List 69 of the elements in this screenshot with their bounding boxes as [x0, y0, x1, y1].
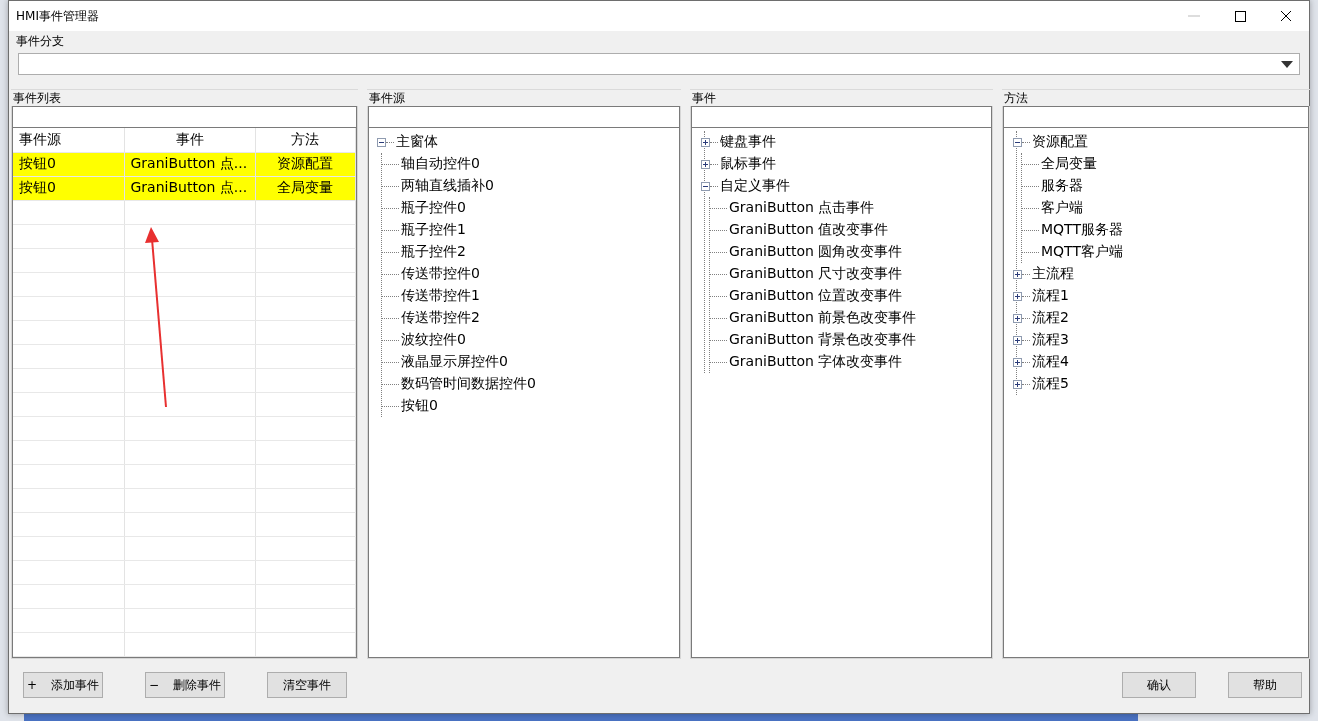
tree-item[interactable]: 客户端: [1039, 199, 1083, 217]
tree-item[interactable]: GraniButton 值改变事件: [727, 221, 889, 239]
window-title: HMI事件管理器: [15, 7, 100, 25]
tree-item[interactable]: 轴自动控件0: [399, 155, 480, 173]
tree-item[interactable]: 液晶显示屏控件0: [399, 353, 508, 371]
tree-item[interactable]: GraniButton 前景色改变事件: [727, 309, 917, 327]
collapse-icon[interactable]: [701, 181, 710, 191]
tree-item[interactable]: 流程5: [1030, 375, 1069, 393]
expand-icon[interactable]: [1013, 357, 1022, 367]
column-header[interactable]: 方法: [255, 128, 356, 152]
tree-item[interactable]: 资源配置: [1030, 133, 1088, 151]
tree-item[interactable]: 传送带控件0: [399, 265, 480, 283]
tree-item[interactable]: 波纹控件0: [399, 331, 466, 349]
tree-item[interactable]: GraniButton 背景色改变事件: [727, 331, 917, 349]
tree-item[interactable]: GraniButton 字体改变事件: [727, 353, 903, 371]
table-cell: 资源配置: [255, 152, 356, 176]
table-cell: 按钮0: [13, 152, 124, 176]
tree-item[interactable]: 瓶子控件1: [399, 221, 466, 239]
tree-item[interactable]: 键盘事件: [718, 133, 776, 151]
tree-item[interactable]: 传送带控件2: [399, 309, 480, 327]
expand-icon[interactable]: [701, 159, 710, 169]
tree-item[interactable]: 主窗体: [394, 133, 438, 151]
action-button[interactable]: 帮助: [1228, 672, 1302, 698]
collapse-icon[interactable]: [377, 137, 386, 147]
table-cell: GraniButton 点...: [124, 176, 255, 200]
tree-item[interactable]: 主流程: [1030, 265, 1074, 283]
table-cell: 全局变量: [255, 176, 356, 200]
table-cell: GraniButton 点...: [124, 152, 255, 176]
tree-item[interactable]: GraniButton 位置改变事件: [727, 287, 903, 305]
action-button[interactable]: + 添加事件: [23, 672, 103, 698]
tree-item[interactable]: 流程4: [1030, 353, 1069, 371]
dropdown-arrow-icon: [1281, 60, 1293, 68]
tree-item[interactable]: 数码管时间数据控件0: [399, 375, 536, 393]
column-header[interactable]: 事件源: [13, 128, 124, 152]
tree-item[interactable]: 瓶子控件2: [399, 243, 466, 261]
group-title: 事件分支: [15, 33, 65, 49]
tree-item[interactable]: 全局变量: [1039, 155, 1097, 173]
tree-item[interactable]: 自定义事件: [718, 177, 790, 195]
table-row[interactable]: 按钮0 GraniButton 点... 全局变量: [13, 176, 356, 200]
action-button[interactable]: − 删除事件: [145, 672, 225, 698]
tree-item[interactable]: 服务器: [1039, 177, 1083, 195]
maximize-icon: [1234, 10, 1246, 22]
tree-item[interactable]: 两轴直线插补0: [399, 177, 494, 195]
action-button[interactable]: 确认: [1122, 672, 1196, 698]
tree-item[interactable]: GraniButton 点击事件: [727, 199, 875, 217]
tree-item[interactable]: GraniButton 尺寸改变事件: [727, 265, 903, 283]
table-row[interactable]: 按钮0 GraniButton 点... 资源配置: [13, 152, 356, 176]
tree-item[interactable]: 鼠标事件: [718, 155, 776, 173]
tree-item[interactable]: MQTT服务器: [1039, 221, 1123, 239]
expand-icon[interactable]: [1013, 269, 1022, 279]
tree-item[interactable]: 传送带控件1: [399, 287, 480, 305]
tree-item[interactable]: 按钮0: [399, 397, 438, 415]
expand-icon[interactable]: [1013, 313, 1022, 323]
column-header[interactable]: 事件: [124, 128, 255, 152]
tree-item[interactable]: 流程1: [1030, 287, 1069, 305]
expand-icon[interactable]: [1013, 291, 1022, 301]
tree-item[interactable]: MQTT客户端: [1039, 243, 1123, 261]
tree-item[interactable]: GraniButton 圆角改变事件: [727, 243, 903, 261]
expand-icon[interactable]: [1013, 335, 1022, 345]
close-icon: [1280, 10, 1292, 22]
tree-item[interactable]: 瓶子控件0: [399, 199, 466, 217]
tree-item[interactable]: 流程2: [1030, 309, 1069, 327]
tree-item[interactable]: 流程3: [1030, 331, 1069, 349]
table-cell: 按钮0: [13, 176, 124, 200]
expand-icon[interactable]: [701, 137, 710, 147]
collapse-icon[interactable]: [1013, 137, 1022, 147]
minimize-icon: [1188, 15, 1200, 17]
action-button[interactable]: 清空事件: [267, 672, 347, 698]
expand-icon[interactable]: [1013, 379, 1022, 389]
